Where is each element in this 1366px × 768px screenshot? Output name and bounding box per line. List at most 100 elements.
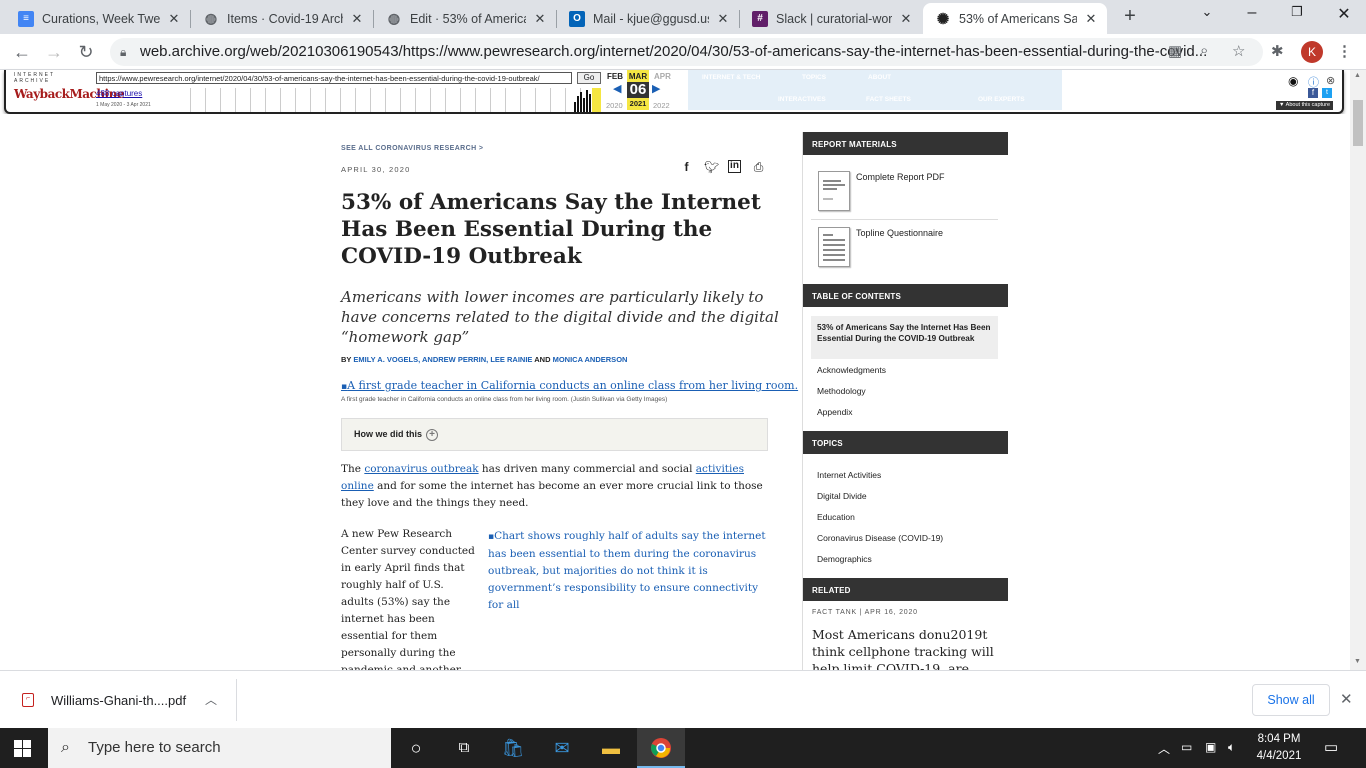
scrollbar-thumb[interactable] xyxy=(1353,100,1363,146)
close-icon[interactable]: ✕ xyxy=(349,11,365,27)
related-article-link[interactable]: Most Americans donu2019t think cellphone… xyxy=(812,626,1002,670)
toc-item[interactable]: Acknowledgments xyxy=(817,365,886,375)
windows-start-icon[interactable] xyxy=(14,740,32,758)
close-icon[interactable]: ✕ xyxy=(898,11,914,27)
print-icon[interactable]: ⎙ xyxy=(752,160,765,175)
account-icon[interactable]: ◉ xyxy=(1288,74,1298,88)
captures-range: 1 May 2020 - 3 Apr 2021 xyxy=(96,102,151,108)
tab-curations[interactable]: ≡ Curations, Week Twelve ✕ xyxy=(6,3,190,34)
show-all-button[interactable]: Show all xyxy=(1252,684,1330,716)
taskbar-search-input[interactable]: ⌕ Type here to search xyxy=(48,728,391,768)
forward-icon[interactable]: → xyxy=(42,40,66,64)
address-bar[interactable]: 🔒︎ web.archive.org/web/20210306190543/ht… xyxy=(110,38,1263,66)
globe-icon: ◍ xyxy=(204,10,218,26)
twitter-share-icon[interactable]: 🐦︎ xyxy=(704,160,719,175)
tab-search-icon[interactable]: ⌄ xyxy=(1193,4,1221,20)
wayback-logo[interactable]: INTERNET ARCHIVE WaybackMachine xyxy=(14,72,124,101)
task-view-icon[interactable]: ⧉ xyxy=(440,728,488,768)
tray-chevron-icon[interactable]: ︿ xyxy=(1158,740,1170,757)
facebook-share-icon[interactable]: f xyxy=(680,160,693,175)
minimize-icon[interactable]: – xyxy=(1238,4,1266,22)
close-icon[interactable]: ✕ xyxy=(715,11,731,27)
bookmark-star-icon[interactable]: ☆ xyxy=(1232,42,1245,60)
close-icon[interactable]: ✕ xyxy=(166,11,182,27)
current-capture-date: MAR 06 2021 xyxy=(627,70,649,110)
topic-link[interactable]: Demographics xyxy=(817,554,872,564)
tab-slack[interactable]: # Slack | curatorial-work ✕ xyxy=(740,3,922,34)
author-links[interactable]: EMILY A. VOGELS, ANDREW PERRIN, LEE RAIN… xyxy=(353,355,532,364)
tab-edit[interactable]: ◍ Edit · 53% of Americans ✕ xyxy=(374,3,556,34)
qr-icon[interactable]: ▦ xyxy=(1168,42,1182,60)
scroll-down-icon[interactable]: ▼ xyxy=(1354,658,1361,665)
restore-icon[interactable]: ❐ xyxy=(1283,4,1311,20)
topic-link[interactable]: Internet Activities xyxy=(817,470,881,480)
topic-link[interactable]: Coronavirus Disease (COVID-19) xyxy=(817,533,943,543)
hero-image-link[interactable]: ▪A first grade teacher in California con… xyxy=(341,379,798,392)
close-icon[interactable]: ✕ xyxy=(532,11,548,27)
toc-item[interactable]: Methodology xyxy=(817,386,866,396)
see-all-link[interactable]: SEE ALL CORONAVIRUS RESEARCH > xyxy=(341,145,483,152)
mail-app-icon[interactable]: ✉ xyxy=(538,728,586,768)
topic-link[interactable]: Digital Divide xyxy=(817,491,867,501)
file-explorer-icon[interactable]: ▬ xyxy=(587,728,635,768)
notifications-icon[interactable]: ▭ xyxy=(1324,738,1338,756)
pdf-thumbnail[interactable] xyxy=(818,171,850,211)
toc-heading: TABLE OF CONTENTS xyxy=(803,284,1008,307)
facebook-icon[interactable]: f xyxy=(1308,88,1318,98)
captures-link[interactable]: 488 captures xyxy=(96,89,142,98)
close-icon[interactable]: ✕ xyxy=(1083,11,1099,27)
toc-item-active[interactable]: 53% of Americans Say the Internet Has Be… xyxy=(811,316,998,359)
profile-avatar[interactable]: K xyxy=(1301,41,1323,63)
close-download-bar-icon[interactable]: ✕ xyxy=(1340,690,1353,708)
questionnaire-thumbnail[interactable] xyxy=(818,227,850,267)
store-icon[interactable]: 🛍︎ xyxy=(489,728,537,768)
related-kicker: FACT TANK | APR 16, 2020 xyxy=(812,609,918,616)
tab-title: Curations, Week Twelve xyxy=(42,11,160,26)
docs-icon: ≡ xyxy=(18,10,34,27)
wayback-close-icon[interactable]: ⊗ xyxy=(1326,74,1335,87)
divider xyxy=(236,679,237,721)
wayback-url-input[interactable]: https://www.pewresearch.org/internet/202… xyxy=(96,72,572,84)
how-we-did-this-toggle[interactable]: How we did this + xyxy=(341,418,768,451)
linkedin-share-icon[interactable]: in xyxy=(728,160,741,173)
volume-icon[interactable]: 🔈︎ xyxy=(1228,740,1235,755)
reload-icon[interactable]: ↻ xyxy=(74,40,98,64)
tab-items[interactable]: ◍ Items · Covid-19 Archive ✕ xyxy=(191,3,373,34)
tab-pew-active[interactable]: ✺ 53% of Americans Say ✕ xyxy=(923,3,1107,34)
outlook-icon: O xyxy=(569,10,585,27)
tab-mail[interactable]: O Mail - kjue@ggusd.us ✕ xyxy=(557,3,739,34)
taskbar-clock[interactable]: 8:04 PM 4/4/2021 xyxy=(1255,731,1303,765)
wayback-go-button[interactable]: Go xyxy=(577,72,601,84)
complete-report-link[interactable]: Complete Report PDF xyxy=(856,172,945,182)
next-year-label: 2022 xyxy=(653,101,670,110)
battery-icon[interactable]: ▭ xyxy=(1181,740,1192,754)
capture-sparkline[interactable] xyxy=(176,88,601,112)
prev-year-label[interactable]: 2020 xyxy=(606,101,623,110)
zoom-icon[interactable]: ⌕ xyxy=(1200,42,1208,59)
back-icon[interactable]: ← xyxy=(10,40,34,64)
chart-image-link[interactable]: ▪Chart shows roughly half of adults say … xyxy=(488,528,768,614)
window-close-icon[interactable]: ✕ xyxy=(1330,4,1358,24)
page-scrollbar[interactable]: ▲ ▼ xyxy=(1350,70,1366,670)
chevron-up-icon[interactable]: ︿ xyxy=(205,691,217,708)
next-capture-arrow[interactable]: ▶ xyxy=(652,82,660,95)
author-link[interactable]: MONICA ANDERSON xyxy=(553,355,628,364)
menu-icon[interactable]: ⋮ xyxy=(1337,42,1352,60)
topline-questionnaire-link[interactable]: Topline Questionnaire xyxy=(856,228,943,238)
topic-link[interactable]: Education xyxy=(817,512,855,522)
pew-icon: ✺ xyxy=(936,10,950,28)
extensions-icon[interactable]: ✱ xyxy=(1271,42,1284,60)
scroll-up-icon[interactable]: ▲ xyxy=(1354,72,1361,79)
twitter-icon[interactable]: t xyxy=(1322,88,1332,98)
download-filename[interactable]: Williams-Ghani-th....pdf xyxy=(51,693,186,708)
byline: BY EMILY A. VOGELS, ANDREW PERRIN, LEE R… xyxy=(341,355,628,364)
toc-item[interactable]: Appendix xyxy=(817,407,852,417)
prev-capture-arrow[interactable]: ◀ xyxy=(613,82,621,95)
prev-month-label[interactable]: FEB xyxy=(607,72,623,81)
cortana-icon[interactable]: ○ xyxy=(392,728,440,768)
chrome-taskbar-icon[interactable] xyxy=(637,728,685,768)
network-icon[interactable]: ▣ xyxy=(1205,740,1216,754)
coronavirus-outbreak-link[interactable]: coronavirus outbreak xyxy=(364,463,478,475)
about-capture-button[interactable]: ▼ About this capture xyxy=(1276,101,1334,110)
new-tab-button[interactable]: + xyxy=(1119,5,1141,29)
